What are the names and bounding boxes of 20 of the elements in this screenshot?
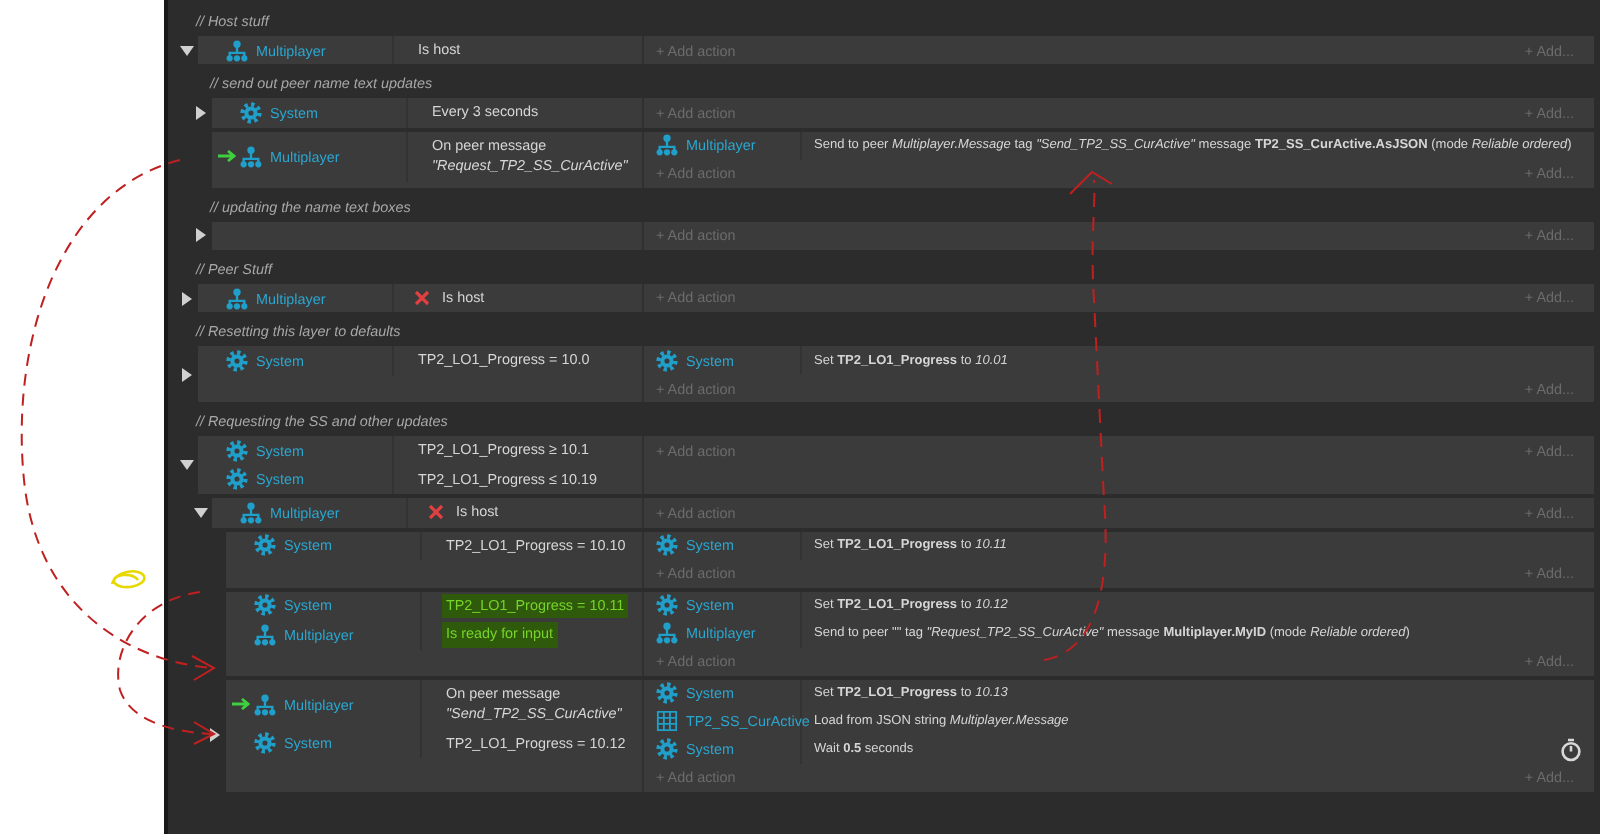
expand-toggle[interactable]: [194, 106, 208, 121]
network-icon: [226, 287, 248, 310]
network-icon: [240, 145, 262, 168]
network-icon: [656, 622, 678, 645]
network-icon: [254, 623, 276, 646]
expand-toggle[interactable]: [180, 291, 194, 306]
expand-toggle[interactable]: [180, 43, 194, 58]
expand-toggle[interactable]: [194, 505, 208, 520]
expand-toggle[interactable]: [180, 367, 194, 382]
gear-icon: [254, 732, 276, 755]
gear-icon: [656, 738, 678, 761]
grid-icon: [656, 710, 678, 733]
expand-toggle[interactable]: [208, 728, 222, 743]
scribble-mark: [110, 570, 146, 589]
network-icon: [226, 39, 248, 62]
expand-toggle[interactable]: [194, 228, 208, 243]
expand-toggle[interactable]: [180, 458, 194, 473]
network-icon: [656, 134, 678, 157]
network-icon: [240, 501, 262, 524]
network-icon: [254, 693, 276, 716]
